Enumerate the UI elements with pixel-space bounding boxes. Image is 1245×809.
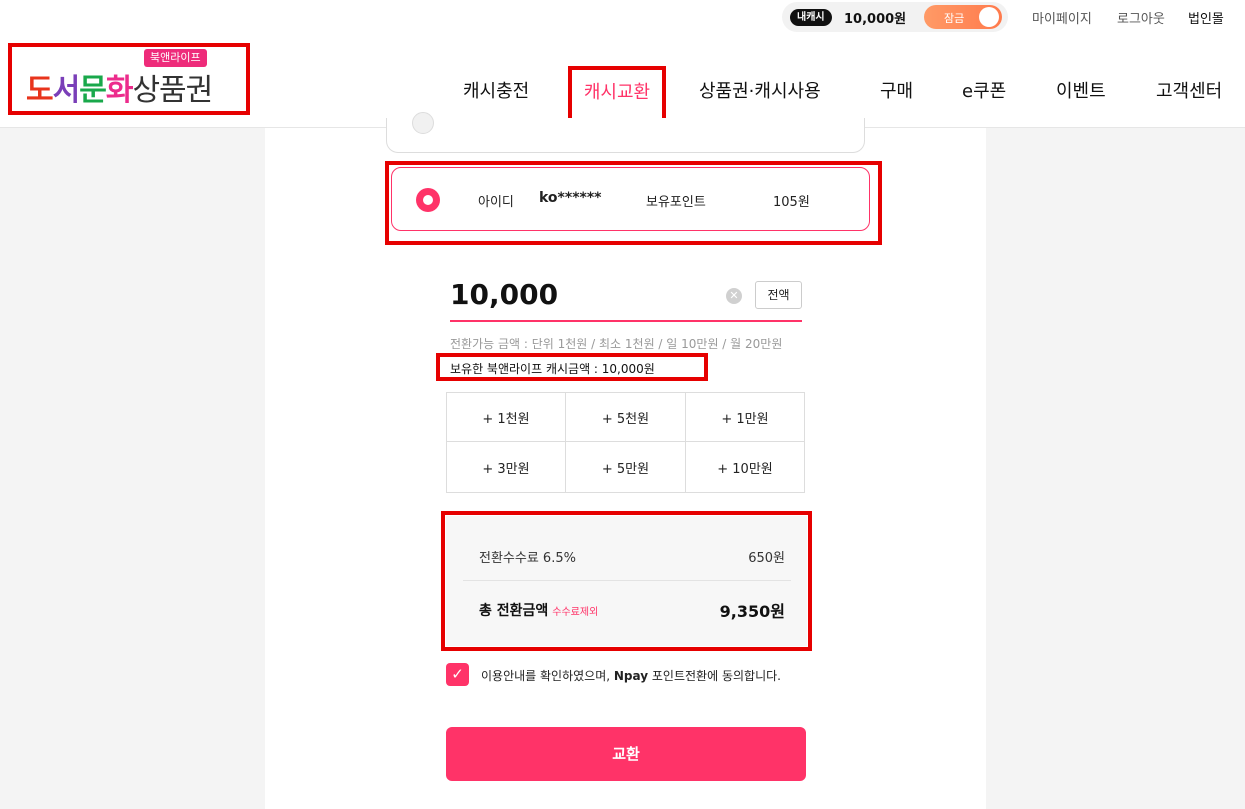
add-5k-button[interactable]: + 5천원 — [566, 393, 686, 442]
id-label: 아이디 — [478, 195, 514, 210]
total-sub-label: 수수료제외 — [552, 607, 599, 618]
nav-customer-center[interactable]: 고객센터 — [1156, 77, 1222, 103]
clear-icon[interactable]: ✕ — [726, 288, 742, 304]
points-label: 보유포인트 — [646, 195, 706, 210]
exchange-panel: 아이디 ko****** 보유포인트 105원 10,000 ✕ 전액 전환가능… — [265, 112, 986, 809]
owned-cash-highlight: 보유한 북앤라이프 캐시금액 : 10,000원 — [436, 353, 708, 381]
add-10k-button[interactable]: + 1만원 — [686, 393, 804, 442]
amount-input[interactable]: 10,000 ✕ 전액 — [450, 278, 802, 322]
site-logo[interactable]: 북앤라이프 도서문화상품권 — [8, 43, 250, 115]
nav-purchase[interactable]: 구매 — [880, 77, 913, 103]
radio-selected[interactable] — [416, 188, 440, 212]
radio-unselected[interactable] — [412, 112, 434, 134]
mypage-link[interactable]: 마이페이지 — [1032, 8, 1092, 27]
fee-summary-highlight: 전환수수료 6.5% 650원 총 전환금액 수수료제외 9,350원 — [441, 511, 812, 651]
my-cash-widget: 내캐시 10,000원 잠금 — [782, 2, 1008, 32]
cash-amount: 10,000원 — [844, 12, 907, 27]
account-option-card[interactable] — [386, 112, 865, 153]
points-value: 105원 — [773, 195, 810, 210]
add-1k-button[interactable]: + 1천원 — [447, 393, 566, 442]
id-value: ko****** — [539, 190, 602, 206]
full-amount-button[interactable]: 전액 — [755, 281, 802, 309]
nav-cash-charge[interactable]: 캐시충전 — [463, 77, 529, 103]
fee-value: 650원 — [748, 551, 785, 566]
logo-wordmark: 도서문화상품권 — [26, 73, 213, 108]
logout-link[interactable]: 로그아웃 — [1117, 8, 1165, 27]
add-50k-button[interactable]: + 5만원 — [566, 442, 686, 492]
exchange-button[interactable]: 교환 — [446, 727, 806, 781]
cash-badge: 내캐시 — [790, 9, 832, 26]
divider — [463, 580, 791, 581]
owned-cash-text: 보유한 북앤라이프 캐시금액 : 10,000원 — [450, 362, 655, 376]
toggle-knob — [979, 7, 999, 27]
add-100k-button[interactable]: + 10만원 — [686, 442, 804, 492]
nav-voucher-use[interactable]: 상품권·캐시사용 — [699, 77, 821, 103]
nav-event[interactable]: 이벤트 — [1056, 77, 1106, 103]
lock-label: 잠금 — [944, 12, 965, 25]
total-label: 총 전환금액 수수료제외 — [479, 603, 599, 619]
add-30k-button[interactable]: + 3만원 — [447, 442, 566, 492]
amount-value[interactable]: 10,000 — [450, 278, 558, 311]
limit-note: 전환가능 금액 : 단위 1천원 / 최소 1천원 / 일 10만원 / 월 2… — [450, 337, 783, 351]
fee-summary: 전환수수료 6.5% 650원 총 전환금액 수수료제외 9,350원 — [446, 516, 807, 646]
lock-toggle[interactable]: 잠금 — [924, 5, 1002, 29]
selected-account-card[interactable]: 아이디 ko****** 보유포인트 105원 — [391, 167, 870, 231]
site-header: 내캐시 10,000원 잠금 마이페이지 로그아웃 법인몰 북앤라이프 도서문화… — [0, 0, 1245, 128]
total-value: 9,350원 — [719, 602, 785, 621]
agree-text: 이용안내를 확인하였으며, Npay 포인트전환에 동의합니다. — [481, 669, 781, 683]
nav-ecoupon[interactable]: e쿠폰 — [962, 77, 1006, 103]
selected-account-highlight: 아이디 ko****** 보유포인트 105원 — [385, 161, 882, 245]
agree-checkbox[interactable]: ✓ — [446, 663, 469, 686]
fee-label: 전환수수료 6.5% — [479, 551, 576, 566]
corporate-mall-link[interactable]: 법인몰 — [1188, 8, 1224, 27]
nav-cash-exchange[interactable]: 캐시교환 — [568, 66, 666, 122]
quick-add-grid: + 1천원 + 5천원 + 1만원 + 3만원 + 5만원 + 10만원 — [446, 392, 805, 493]
